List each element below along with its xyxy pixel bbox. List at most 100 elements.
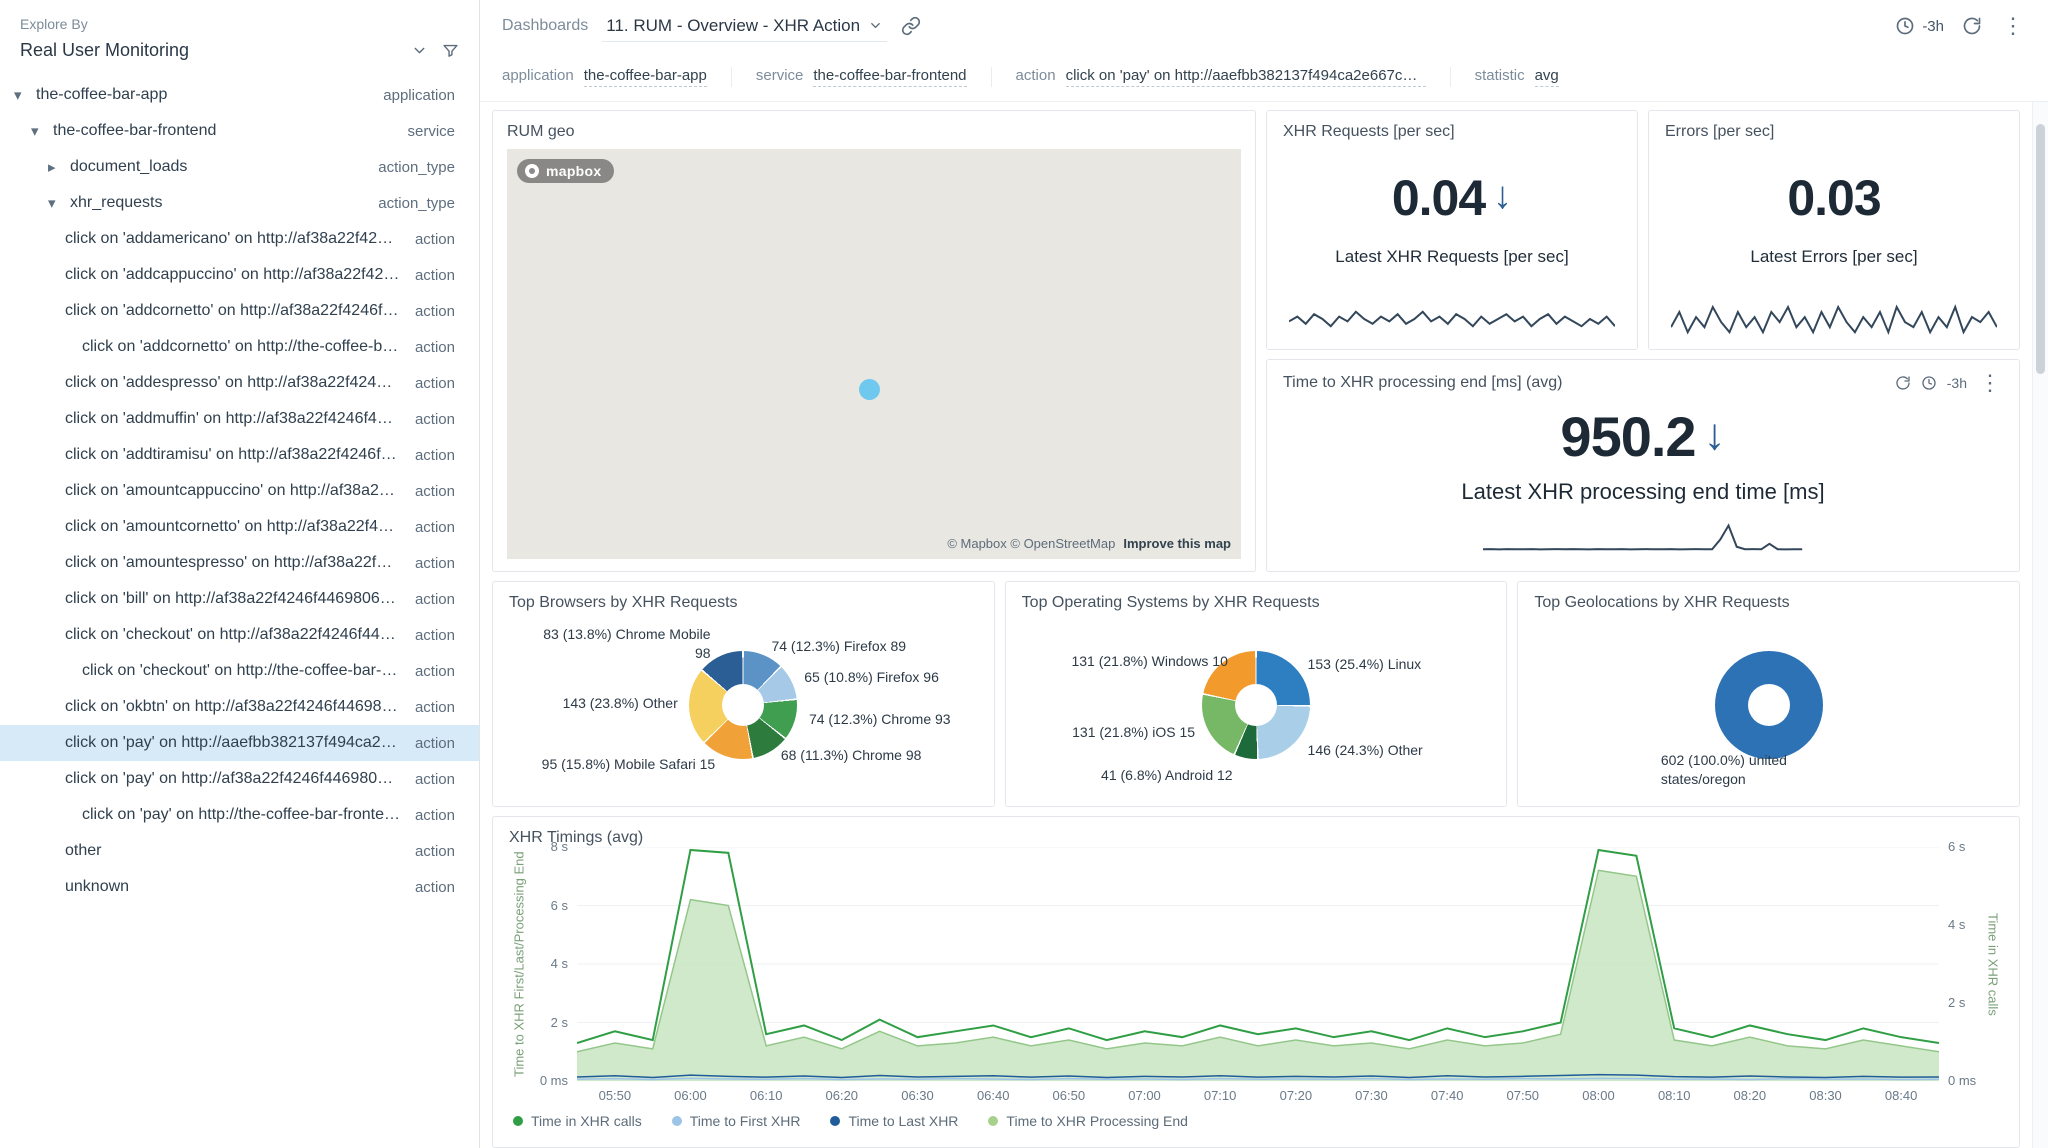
x-axis-tick: 05:50 [599,1088,632,1103]
tree-item-type: action [415,735,455,752]
collapse-arrow-icon[interactable]: ▾ [48,196,70,211]
chart-legend: Time in XHR calls Time to First XHR Time t… [509,1107,2003,1135]
tree-item[interactable]: click on 'checkout' on http://af38a22f42… [0,617,479,653]
legend-item[interactable]: Time in XHR calls [513,1113,642,1129]
tree-item-type: action [415,483,455,500]
x-axis-tick: 08:10 [1658,1088,1691,1103]
filter-value[interactable]: the-coffee-bar-app [584,67,707,87]
tree-item[interactable]: click on 'pay' on http://the-coffee-bar-… [0,797,479,833]
donut-chart-geolocations[interactable]: 602 (100.0%) unitedstates/oregon [1534,616,2003,794]
timings-plot-area[interactable] [577,847,1939,1081]
refresh-icon[interactable] [1962,16,1982,36]
tree-item[interactable]: click on 'pay' on http://af38a22f4246f44… [0,761,479,797]
expand-arrow-icon[interactable]: ▸ [48,160,70,175]
donut-callout: 131 (21.8%) Windows 10 [1071,652,1227,671]
tree-item[interactable]: ▾xhr_requestsaction_type [0,185,479,221]
topbar-controls: -3h ⋮ [1895,15,2026,37]
refresh-icon[interactable] [1895,375,1911,391]
tree-item-type: service [407,123,455,140]
legend-dot-icon [988,1116,998,1126]
legend-dot-icon [672,1116,682,1126]
explore-by-selector[interactable]: Real User Monitoring [0,36,479,69]
panel-title: RUM geo [507,123,1241,141]
map-canvas[interactable]: mapbox © Mapbox © OpenStreetMapImprove t… [507,149,1241,559]
clock-icon[interactable] [1921,375,1937,391]
tree-item-label: click on 'okbtn' on http://af38a22f4246f… [65,698,415,716]
tree-item[interactable]: otheraction [0,833,479,869]
tree-item-type: action [415,771,455,788]
map-data-point[interactable] [859,379,880,400]
y-axis-tick: 2 s [551,1016,568,1030]
filter-value[interactable]: avg [1535,67,1559,87]
kebab-menu-icon[interactable]: ⋮ [1977,372,2003,394]
tree-item-type: action_type [378,195,455,212]
tree-item-type: action [415,699,455,716]
donut-chart-browsers[interactable]: 83 (13.8%) Chrome Mobile9874 (12.3%) Fir… [509,616,978,794]
tree-item-label: click on 'pay' on http://af38a22f4246f44… [65,770,415,788]
donut-chart-os[interactable]: 131 (21.8%) Windows 10153 (25.4%) Linux1… [1022,616,1491,794]
legend-item[interactable]: Time to Last XHR [830,1113,958,1129]
map-attribution: © Mapbox © OpenStreetMapImprove this map [947,536,1231,551]
selector-value[interactable]: Real User Monitoring [20,40,397,61]
tree-item[interactable]: click on 'addamericano' on http://af38a2… [0,221,479,257]
tree-item[interactable]: click on 'amountcappuccino' on http://af… [0,473,479,509]
mapbox-logo[interactable]: mapbox [517,159,614,183]
donut-ring[interactable] [1715,651,1823,759]
scrollbar-thumb[interactable] [2036,124,2045,374]
filter-value[interactable]: the-coffee-bar-frontend [813,67,966,87]
tree-item-label: click on 'amountespresso' on http://af38… [65,554,415,572]
tree-item[interactable]: click on 'addcappuccino' on http://af38a… [0,257,479,293]
tree-item[interactable]: click on 'addcornetto' on http://af38a22… [0,293,479,329]
filter-action: actionclick on 'pay' on http://aaefbb382… [991,67,1450,87]
legend-item[interactable]: Time to First XHR [672,1113,801,1129]
vertical-scrollbar[interactable] [2032,102,2048,1148]
time-range-control[interactable]: -3h [1895,16,1944,36]
donut-ring[interactable] [689,651,797,759]
tree-item[interactable]: click on 'pay' on http://aaefbb382137f49… [0,725,479,761]
tree-item[interactable]: click on 'amountespresso' on http://af38… [0,545,479,581]
tree-item[interactable]: unknownaction [0,869,479,905]
legend-label: Time to Last XHR [848,1113,958,1129]
filter-icon[interactable] [442,42,459,59]
kebab-menu-icon[interactable]: ⋮ [2000,15,2026,37]
panel-controls: -3h ⋮ [1895,372,2003,394]
link-icon[interactable] [901,16,921,36]
x-axis-tick: 06:50 [1053,1088,1086,1103]
collapse-arrow-icon[interactable]: ▾ [31,124,53,139]
metric-caption: Latest XHR processing end time [ms] [1283,479,2003,505]
tree-item-label: document_loads [70,158,378,176]
metric-caption: Latest XHR Requests [per sec] [1283,247,1621,267]
chevron-down-icon[interactable] [411,42,428,59]
tree-item[interactable]: click on 'addmuffin' on http://af38a22f4… [0,401,479,437]
panel-time-range[interactable]: -3h [1947,375,1967,391]
legend-item[interactable]: Time to XHR Processing End [988,1113,1188,1129]
filter-value[interactable]: click on 'pay' on http://aaefbb382137f49… [1066,67,1426,87]
tree-item-type: action_type [378,159,455,176]
tree-item[interactable]: click on 'okbtn' on http://af38a22f4246f… [0,689,479,725]
mapbox-logo-icon [525,164,539,178]
collapse-arrow-icon[interactable]: ▾ [14,88,36,103]
tree-item[interactable]: click on 'addcornetto' on http://the-cof… [0,329,479,365]
tree-item[interactable]: click on 'amountcornetto' on http://af38… [0,509,479,545]
stats-column: XHR Requests [per sec] 0.04 ↓ Latest XHR… [1266,110,2020,572]
dashboard-select-value: 11. RUM - Overview - XHR Action [606,16,860,36]
tree-item[interactable]: click on 'addtiramisu' on http://af38a22… [0,437,479,473]
tree-item[interactable]: ▾the-coffee-bar-frontendservice [0,113,479,149]
improve-map-link[interactable]: Improve this map [1123,536,1231,551]
dashboard-select[interactable]: 11. RUM - Overview - XHR Action [602,11,887,42]
tree-item[interactable]: click on 'addespresso' on http://af38a22… [0,365,479,401]
app-root: Explore By Real User Monitoring ▾the-cof… [0,0,2048,1148]
tree-item[interactable]: ▾the-coffee-bar-appapplication [0,77,479,113]
tree-item-type: action [415,555,455,572]
tree-item[interactable]: ▸document_loadsaction_type [0,149,479,185]
tree-item[interactable]: click on 'checkout' on http://the-coffee… [0,653,479,689]
explore-by-label: Explore By [0,14,479,36]
x-axis-tick: 06:30 [901,1088,934,1103]
x-axis-tick: 08:20 [1734,1088,1767,1103]
tree-item[interactable]: click on 'bill' on http://af38a22f4246f4… [0,581,479,617]
mapbox-logo-text: mapbox [546,163,601,179]
tree-item-label: click on 'bill' on http://af38a22f4246f4… [65,590,415,608]
y-axis-tick: 0 ms [1948,1074,1976,1088]
donut-callout: 74 (12.3%) Chrome 93 [809,710,951,729]
tree-item-label: the-coffee-bar-app [36,86,383,104]
